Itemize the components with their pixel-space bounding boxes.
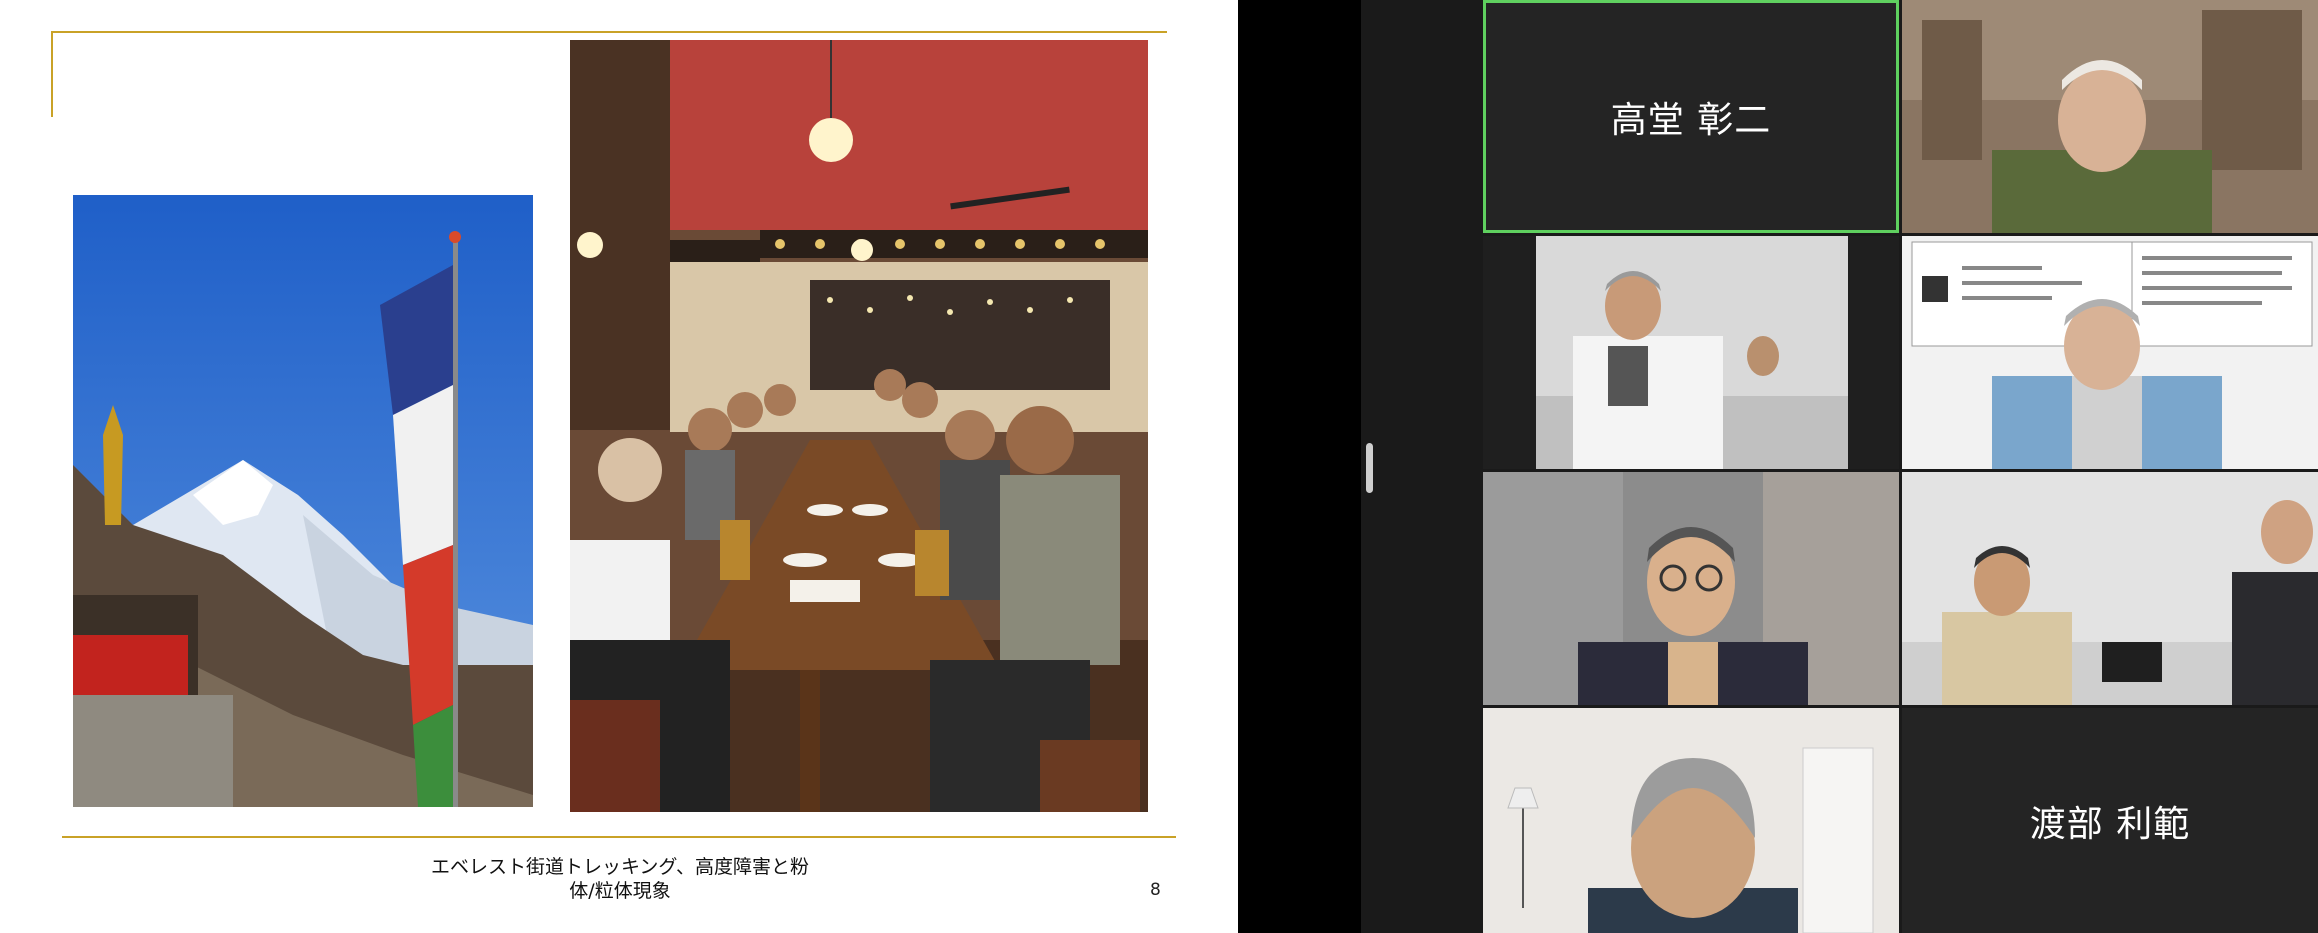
participant-tile-5[interactable] — [1483, 472, 1899, 705]
participant-tile-4[interactable] — [1902, 236, 2318, 469]
participant-name: 高堂 彰二 — [1610, 99, 1772, 141]
shared-slide: エベレスト街道トレッキング、高度障害と粉 体/粒体現象 8 — [0, 0, 1238, 933]
splitter-bar — [1361, 0, 1481, 933]
participant-video — [1902, 236, 2318, 469]
participant-video — [1902, 0, 2318, 233]
slide-bottom-rule — [62, 836, 1176, 838]
participant-tile-2[interactable] — [1902, 0, 2318, 233]
participant-tile-1[interactable]: 高堂 彰二 — [1483, 0, 1899, 233]
participant-video — [1483, 236, 1899, 469]
slide-photo-restaurant — [570, 40, 1148, 812]
participant-tile-3[interactable] — [1483, 236, 1899, 469]
slide-top-rule-vertical — [51, 31, 53, 117]
participant-video — [1902, 472, 2318, 705]
slide-caption-line2: 体/粒体現象 — [569, 880, 671, 902]
slide-caption: エベレスト街道トレッキング、高度障害と粉 体/粒体現象 — [320, 855, 920, 903]
share-margin — [1238, 0, 1361, 933]
slide-page-number: 8 — [1150, 880, 1161, 900]
slide-photo-mountain — [73, 195, 533, 807]
slide-caption-line1: エベレスト街道トレッキング、高度障害と粉 — [430, 856, 810, 878]
participant-tile-8[interactable]: 渡部 利範 — [1902, 708, 2318, 933]
participant-name: 渡部 利範 — [2029, 803, 2191, 845]
participant-tile-6[interactable] — [1902, 472, 2318, 705]
participant-video — [1483, 472, 1899, 705]
participant-video — [1483, 708, 1899, 933]
participant-tile-7[interactable] — [1483, 708, 1899, 933]
slide-top-rule — [51, 31, 1167, 33]
drag-handle-icon[interactable] — [1366, 443, 1373, 493]
